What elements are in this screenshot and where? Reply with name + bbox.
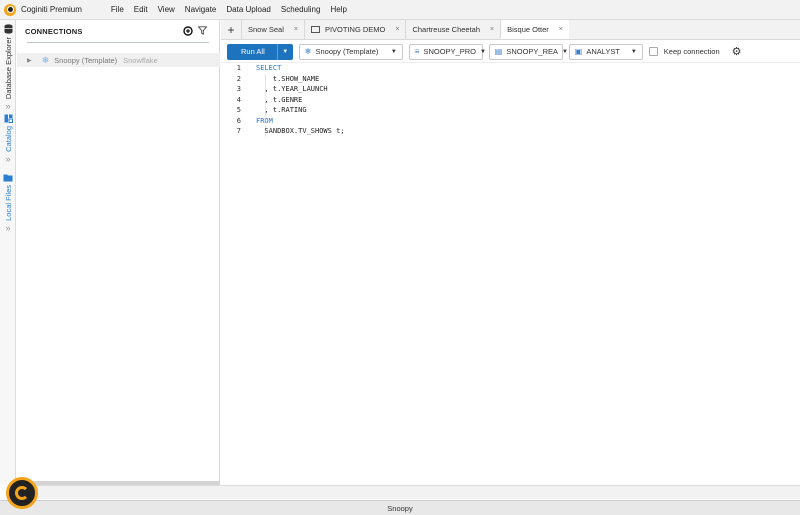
tab-label: Bisque Otter [507,24,549,34]
menu-data-upload[interactable]: Data Upload [226,5,270,14]
chevron-double-icon[interactable]: » [5,223,10,232]
coginiti-logo-icon [4,3,16,16]
line-number: 1 [236,64,241,73]
run-all-label: Run All [241,47,265,56]
chevron-down-icon: ▼ [630,48,637,55]
code-text: , t.YEAR_LAUNCH [256,85,328,94]
line-number: 7 [236,127,241,136]
rail-label-local-files: Local Files [3,185,13,221]
catalog-icon [4,114,13,123]
menu-edit[interactable]: Edit [134,5,148,14]
rail-database-explorer[interactable]: Database Explorer » [0,24,16,111]
connection-row[interactable]: ▶ ❄ Snoopy (Template) Snowflake [17,53,220,67]
menu-help[interactable]: Help [330,5,346,14]
status-bar: Snoopy [0,500,800,515]
connection-select[interactable]: ❄ Snoopy (Template) ▼ [298,43,403,60]
plus-icon: + [227,22,235,37]
filter-icon[interactable] [198,26,207,35]
rail-label-catalog: Catalog [3,126,13,152]
line-number: 3 [236,85,241,94]
editor-area: + Snow Seal × PIVOTING DEMO × Chartreuse… [221,20,800,485]
database-select[interactable]: ≡ SNOOPY_PRO ▼ [408,43,486,60]
rail-catalog[interactable]: Catalog » [0,114,16,163]
chevron-double-icon[interactable]: » [5,154,10,163]
code-line: 6 FROM [221,116,800,127]
snowflake-icon: ❄ [41,54,50,65]
code-line: 5 , t.RATING [221,105,800,116]
menu-view[interactable]: View [158,5,175,14]
code-text: , t.RATING [256,106,307,115]
database-icon [4,24,12,34]
code-line: 4 , t.GENRE [221,94,800,105]
keep-connection-checkbox[interactable] [648,47,658,56]
horizontal-scrollbar[interactable] [17,485,800,499]
chevron-down-icon[interactable]: ▼ [276,43,293,60]
tree-expand-icon[interactable]: ▶ [27,57,32,64]
rail-label-database-explorer: Database Explorer [3,37,13,100]
chevron-down-icon: ▼ [390,48,397,55]
tab-pivoting-demo[interactable]: PIVOTING DEMO × [303,20,406,39]
chevron-down-icon: ▼ [562,48,568,55]
database-icon: ≡ [414,47,420,56]
connection-select-value: Snoopy (Template) [315,47,379,56]
schema-select[interactable]: ▤ SNOOPY_REA ▼ [488,43,568,60]
snowflake-icon: ❄ [304,47,312,56]
close-icon[interactable]: × [559,26,563,33]
rail-local-files[interactable]: Local Files » [0,173,16,232]
tab-bisque-otter[interactable]: Bisque Otter × [500,20,569,39]
new-tab-button[interactable]: + [221,20,241,39]
close-icon[interactable]: × [490,26,494,33]
menu-file[interactable]: File [111,5,124,14]
connection-type: Snowflake [123,55,158,65]
app-title: Coginiti Premium [21,5,82,14]
chevron-down-icon: ▼ [479,48,486,55]
tab-label: Chartreuse Cheetah [412,25,481,34]
tab-bar: + Snow Seal × PIVOTING DEMO × Chartreuse… [221,20,800,40]
tab-snow-seal[interactable]: Snow Seal × [241,20,304,39]
code-line: 2 t.SHOW_NAME [221,73,800,84]
schema-select-value: SNOOPY_REA [506,47,559,56]
keep-connection-label: Keep connection [663,47,720,56]
code-text: , t.GENRE [256,95,303,104]
coginiti-assistant-button[interactable] [6,477,38,509]
tab-label: Snow Seal [248,25,284,34]
side-rail: Database Explorer » Catalog » Local File… [0,20,16,485]
code-line: 3 , t.YEAR_LAUNCH [221,84,800,95]
line-number: 4 [236,95,241,104]
chevron-double-icon[interactable]: » [5,102,10,111]
connection-name: Snoopy (Template) [54,55,118,65]
database-select-value: SNOOPY_PRO [423,47,476,56]
divider [27,42,209,43]
role-select[interactable]: ▣ ANALYST ▼ [568,43,643,60]
role-select-value: ANALYST [586,47,620,56]
code-text: SANDBOX.TV_SHOWS t; [256,127,345,136]
chart-icon [310,26,320,33]
line-number: 6 [236,116,241,125]
run-all-button[interactable]: Run All ▼ [227,43,293,60]
query-toolbar: Run All ▼ ❄ Snoopy (Template) ▼ ≡ SNOOPY… [221,41,800,63]
tab-chartreuse-cheetah[interactable]: Chartreuse Cheetah × [405,20,500,39]
code-line: 1 SELECT [221,63,800,74]
add-connection-icon[interactable] [183,26,193,36]
line-number: 5 [236,106,241,115]
status-connection: Snoopy [387,503,413,513]
code-line: 7 SANDBOX.TV_SHOWS t; [221,126,800,137]
code-text: t.SHOW_NAME [256,74,320,83]
sql-editor[interactable]: 1 SELECT 2 t.SHOW_NAME 3 , t.YEAR_LAUNCH… [221,63,800,137]
menu-scheduling[interactable]: Scheduling [281,5,321,14]
coginiti-logo-icon [15,486,29,500]
gear-icon[interactable]: ⚙ [732,45,742,58]
tab-label: PIVOTING DEMO [324,25,386,34]
connections-panel: CONNECTIONS ▶ ❄ Snoopy (Template) Snowfl… [17,20,220,485]
schema-icon: ▤ [494,47,503,56]
folder-icon [3,174,13,182]
code-text: SELECT [256,64,282,73]
code-text: FROM [256,116,273,125]
menu-navigate[interactable]: Navigate [185,5,217,14]
user-badge-icon: ▣ [574,47,583,56]
line-number: 2 [236,74,241,83]
menu-bar: Coginiti Premium File Edit View Navigate… [0,0,800,20]
close-icon[interactable]: × [395,26,399,33]
close-icon[interactable]: × [294,26,298,33]
